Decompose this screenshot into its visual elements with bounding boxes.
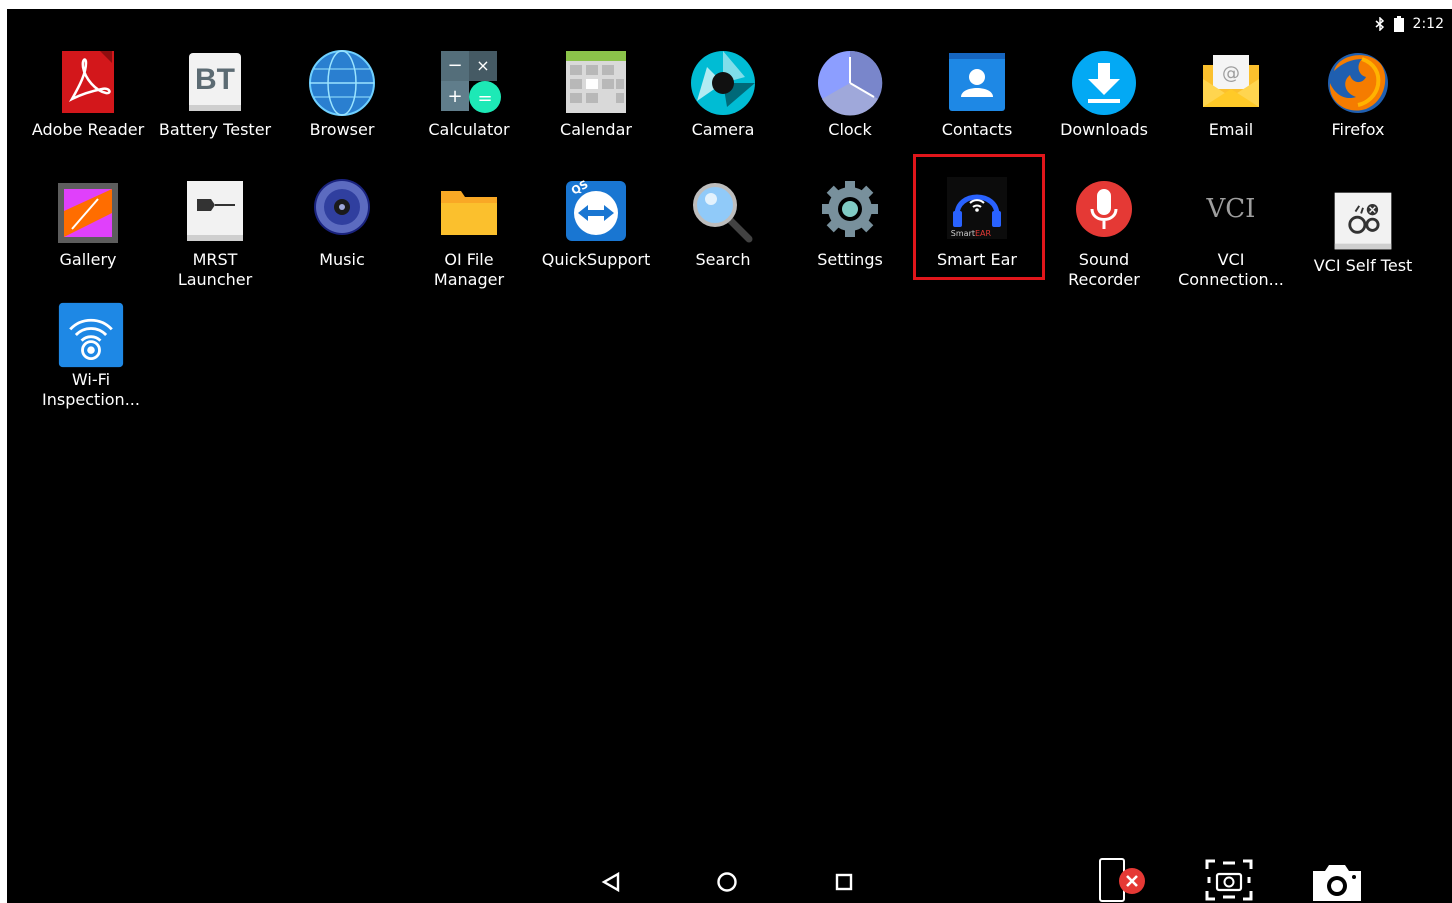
app-sound-recorder[interactable]: Sound Recorder xyxy=(1040,177,1168,290)
gear-icon xyxy=(822,181,878,237)
adobe-reader-icon xyxy=(62,51,114,113)
calculator-icon: − × + = xyxy=(441,51,501,113)
svg-text:BT: BT xyxy=(195,63,235,96)
highlight-box xyxy=(913,154,1045,280)
vci-logo-icon: VCI xyxy=(1206,194,1256,224)
app-label: Search xyxy=(695,250,751,269)
app-clock[interactable]: Clock xyxy=(786,47,914,140)
app-label: Calculator xyxy=(428,120,510,139)
app-camera[interactable]: Camera xyxy=(659,47,787,140)
app-gallery[interactable]: Gallery xyxy=(24,177,152,270)
contacts-icon xyxy=(949,53,1005,111)
close-app-icon[interactable] xyxy=(1097,857,1153,903)
app-label: MRST Launcher xyxy=(177,250,253,289)
app-label: Calendar xyxy=(560,120,632,139)
app-label: Camera xyxy=(691,120,755,139)
camera-aperture-icon xyxy=(691,51,755,115)
calendar-icon xyxy=(566,51,626,113)
speaker-icon xyxy=(314,179,370,235)
app-downloads[interactable]: Downloads xyxy=(1040,47,1168,140)
app-label: Firefox xyxy=(1331,120,1385,139)
app-calendar[interactable]: Calendar xyxy=(532,47,660,140)
gallery-icon xyxy=(58,183,118,243)
app-label: Gallery xyxy=(59,250,117,269)
svg-text:@: @ xyxy=(1222,63,1240,84)
app-browser[interactable]: Browser xyxy=(278,47,406,140)
app-adobe-reader[interactable]: Adobe Reader xyxy=(24,47,152,140)
app-wifi-inspection[interactable]: Wi-Fi Inspection... xyxy=(27,301,155,410)
app-contacts[interactable]: Contacts xyxy=(913,47,1041,140)
app-oi-file-manager[interactable]: OI File Manager xyxy=(405,177,533,290)
screenshot-region-icon[interactable] xyxy=(1203,857,1255,903)
svg-text:VCI: VCI xyxy=(1206,194,1256,224)
vci-self-test-icon xyxy=(1334,192,1392,250)
app-label: Email xyxy=(1208,120,1254,139)
app-settings[interactable]: Settings xyxy=(786,177,914,270)
svg-text:=: = xyxy=(477,88,492,109)
app-label: QuickSupport xyxy=(541,250,651,269)
mrst-launcher-icon xyxy=(187,181,243,241)
home-icon[interactable] xyxy=(715,867,739,897)
app-vci-self-test[interactable]: VCI Self Test xyxy=(1299,187,1427,276)
app-calculator[interactable]: − × + = Calculator xyxy=(405,47,533,140)
magnifier-icon xyxy=(693,183,753,243)
app-vci-connection[interactable]: VCI VCI Connection... xyxy=(1167,177,1295,290)
battery-icon xyxy=(1393,16,1404,32)
app-firefox[interactable]: Firefox xyxy=(1294,47,1422,140)
quicksupport-icon: QS xyxy=(566,178,626,241)
svg-text:+: + xyxy=(447,86,462,107)
app-battery-tester[interactable]: BT Battery Tester xyxy=(151,47,279,140)
app-mrst-launcher[interactable]: MRST Launcher xyxy=(151,177,279,290)
app-label: Clock xyxy=(828,120,872,139)
folder-icon xyxy=(441,191,497,235)
download-icon xyxy=(1072,51,1136,115)
navigation-bar xyxy=(7,858,1452,903)
app-quicksupport[interactable]: QS QuickSupport xyxy=(532,177,660,270)
camera-capture-icon[interactable] xyxy=(1309,859,1365,903)
app-music[interactable]: Music xyxy=(278,177,406,270)
status-bar: 2:12 xyxy=(1375,14,1444,34)
bluetooth-icon xyxy=(1375,17,1384,31)
battery-tester-icon: BT xyxy=(189,53,241,111)
firefox-icon xyxy=(1328,53,1388,113)
status-time: 2:12 xyxy=(1412,16,1444,32)
app-label: OI File Manager xyxy=(433,250,505,289)
home-screen: 2:12 Adobe Reader BT Battery Tester Brow… xyxy=(7,9,1452,903)
app-label: Adobe Reader xyxy=(31,120,145,139)
clock-icon xyxy=(818,50,883,116)
svg-text:×: × xyxy=(476,56,489,75)
app-email[interactable]: @ Email xyxy=(1167,47,1295,140)
app-label: VCI Self Test xyxy=(1313,256,1413,275)
app-label: Browser xyxy=(309,120,375,139)
browser-globe-icon xyxy=(309,50,375,116)
app-label: VCI Connection... xyxy=(1178,250,1284,289)
recents-icon[interactable] xyxy=(833,867,855,897)
app-label: Battery Tester xyxy=(158,120,272,139)
app-label: Music xyxy=(319,250,365,269)
app-label: Contacts xyxy=(941,120,1013,139)
wifi-inspection-icon xyxy=(58,302,124,368)
email-envelope-icon: @ xyxy=(1203,55,1259,107)
svg-text:−: − xyxy=(447,55,462,76)
app-label: Sound Recorder xyxy=(1068,250,1140,289)
app-search[interactable]: Search xyxy=(659,177,787,270)
microphone-icon xyxy=(1076,181,1132,237)
app-label: Downloads xyxy=(1060,120,1148,139)
app-label: Wi-Fi Inspection... xyxy=(42,370,140,409)
back-icon[interactable] xyxy=(600,867,622,897)
app-label: Settings xyxy=(817,250,883,269)
